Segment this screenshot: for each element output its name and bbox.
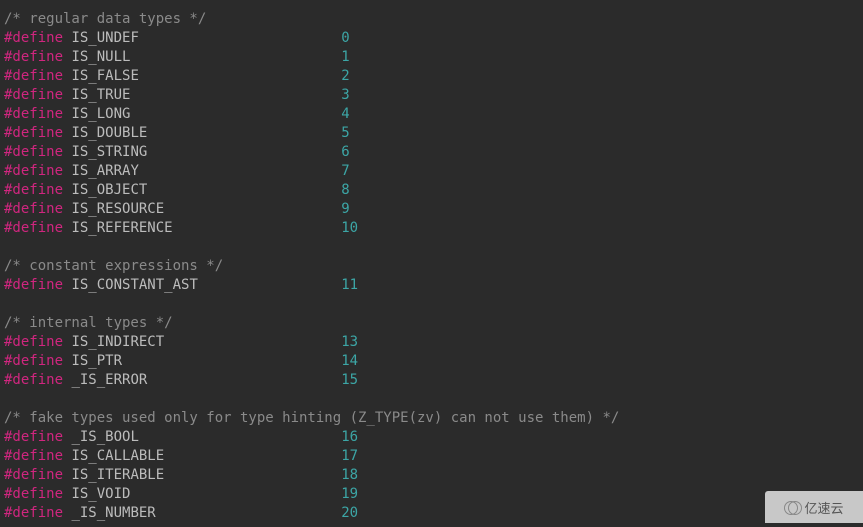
preproc-directive: #define: [4, 220, 63, 236]
macro-name: IS_VOID: [71, 486, 130, 502]
macro-name: IS_ITERABLE: [71, 467, 164, 483]
preproc-directive: #define: [4, 30, 63, 46]
macro-name: IS_INDIRECT: [71, 334, 164, 350]
watermark-badge: 亿速云: [765, 491, 863, 523]
macro-value: 19: [341, 486, 358, 502]
macro-value: 0: [341, 30, 349, 46]
preproc-directive: #define: [4, 372, 63, 388]
preproc-directive: #define: [4, 201, 63, 217]
macro-name: IS_PTR: [71, 353, 122, 369]
macro-name: IS_OBJECT: [71, 182, 147, 198]
macro-name: IS_FALSE: [71, 68, 138, 84]
macro-name: IS_LONG: [71, 106, 130, 122]
macro-name: IS_NULL: [71, 49, 130, 65]
preproc-directive: #define: [4, 334, 63, 350]
macro-value: 6: [341, 144, 349, 160]
macro-value: 20: [341, 505, 358, 521]
macro-value: 13: [341, 334, 358, 350]
preproc-directive: #define: [4, 163, 63, 179]
macro-value: 10: [341, 220, 358, 236]
preproc-directive: #define: [4, 467, 63, 483]
preproc-directive: #define: [4, 486, 63, 502]
preproc-directive: #define: [4, 106, 63, 122]
macro-value: 14: [341, 353, 358, 369]
macro-value: 9: [341, 201, 349, 217]
watermark-text: 亿速云: [804, 498, 843, 517]
macro-value: 8: [341, 182, 349, 198]
macro-name: IS_RESOURCE: [71, 201, 164, 217]
macro-name: _IS_NUMBER: [71, 505, 155, 521]
macro-name: IS_DOUBLE: [71, 125, 147, 141]
macro-name: IS_CALLABLE: [71, 448, 164, 464]
preproc-directive: #define: [4, 144, 63, 160]
macro-value: 18: [341, 467, 358, 483]
macro-name: IS_REFERENCE: [71, 220, 172, 236]
macro-name: IS_STRING: [71, 144, 147, 160]
code-comment: /* constant expressions */: [4, 258, 223, 274]
macro-value: 5: [341, 125, 349, 141]
macro-value: 11: [341, 277, 358, 293]
macro-value: 7: [341, 163, 349, 179]
preproc-directive: #define: [4, 448, 63, 464]
preproc-directive: #define: [4, 87, 63, 103]
code-comment: /* regular data types */: [4, 11, 206, 27]
code-block: /* regular data types */ #define IS_UNDE…: [0, 0, 863, 527]
macro-name: IS_CONSTANT_AST: [71, 277, 197, 293]
preproc-directive: #define: [4, 68, 63, 84]
macro-value: 1: [341, 49, 349, 65]
macro-value: 17: [341, 448, 358, 464]
macro-name: IS_ARRAY: [71, 163, 138, 179]
macro-name: _IS_BOOL: [71, 429, 138, 445]
macro-value: 16: [341, 429, 358, 445]
macro-name: _IS_ERROR: [71, 372, 147, 388]
watermark-logo-icon: [784, 499, 800, 515]
macro-name: IS_TRUE: [71, 87, 130, 103]
macro-value: 2: [341, 68, 349, 84]
code-comment: /* internal types */: [4, 315, 173, 331]
preproc-directive: #define: [4, 49, 63, 65]
preproc-directive: #define: [4, 429, 63, 445]
preproc-directive: #define: [4, 353, 63, 369]
code-comment: /* fake types used only for type hinting…: [4, 410, 619, 426]
macro-value: 15: [341, 372, 358, 388]
macro-name: IS_UNDEF: [71, 30, 138, 46]
macro-value: 3: [341, 87, 349, 103]
preproc-directive: #define: [4, 125, 63, 141]
preproc-directive: #define: [4, 182, 63, 198]
preproc-directive: #define: [4, 505, 63, 521]
macro-value: 4: [341, 106, 349, 122]
preproc-directive: #define: [4, 277, 63, 293]
